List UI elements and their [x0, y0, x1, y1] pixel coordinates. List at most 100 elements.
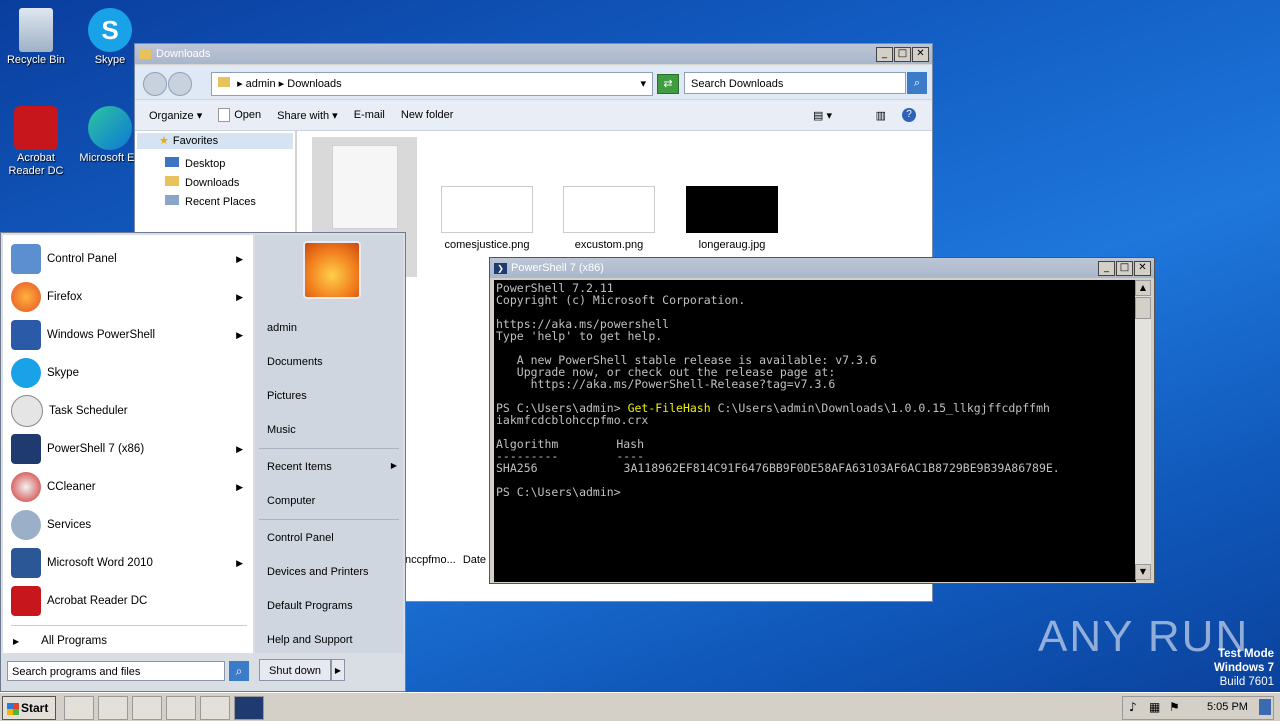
shutdown-button[interactable]: Shut down — [259, 659, 331, 681]
start-program-services[interactable]: Services — [3, 507, 253, 543]
new-folder-button[interactable]: New folder — [393, 109, 462, 121]
breadcrumb-item[interactable]: admin — [246, 78, 276, 90]
refresh-button[interactable]: ⇄ — [657, 74, 679, 94]
submenu-arrow-icon: ▶ — [236, 481, 243, 492]
nav-item-downloads[interactable]: Downloads — [165, 176, 239, 189]
start-search-input[interactable]: Search programs and files — [7, 661, 225, 681]
scrollbar[interactable]: ▲ ▼ — [1135, 280, 1151, 580]
desktop-icon-label: Acrobat Reader DC — [8, 152, 64, 177]
start-right-help-support[interactable]: Help and Support — [267, 634, 353, 646]
start-right-control-panel[interactable]: Control Panel — [267, 532, 334, 544]
powershell-window[interactable]: ❯ PowerShell 7 (x86) _ □ ✕ PowerShell 7.… — [489, 257, 1155, 584]
maximize-button[interactable]: □ — [894, 47, 911, 62]
word-icon — [11, 548, 41, 578]
folder-icon[interactable] — [98, 696, 128, 720]
start-program-powershell-7[interactable]: PowerShell 7 (x86) ▶ — [3, 431, 253, 467]
start-program-control-panel[interactable]: Control Panel ▶ — [3, 241, 253, 277]
downloads-icon — [165, 176, 179, 186]
start-program-firefox[interactable]: Firefox ▶ — [3, 279, 253, 315]
speaker-icon[interactable]: ♪ — [1129, 700, 1137, 714]
file-item[interactable]: excustom.png — [559, 186, 659, 251]
minimize-button[interactable]: _ — [1098, 261, 1115, 276]
scroll-thumb[interactable] — [1135, 297, 1151, 319]
result-header: Algorithm Hash — [496, 437, 645, 451]
recycle-bin-icon — [19, 8, 53, 52]
help-icon[interactable]: ? — [902, 108, 916, 122]
file-icon — [331, 145, 398, 229]
start-right-default-programs[interactable]: Default Programs — [267, 600, 353, 612]
ie-icon[interactable] — [64, 696, 94, 720]
open-button[interactable]: Open — [210, 108, 269, 122]
file-item[interactable]: comesjustice.png — [437, 186, 537, 251]
desktop-icon-acrobat[interactable]: Acrobat Reader DC — [1, 106, 71, 178]
details-pane: nccpfmo... Date — [405, 554, 486, 566]
acrobat-icon — [14, 106, 58, 150]
start-right-user[interactable]: admin — [267, 322, 297, 334]
console-output[interactable]: PowerShell 7.2.11 Copyright (c) Microsoft… — [494, 280, 1136, 582]
shutdown-options-button[interactable]: ▶ — [331, 659, 345, 681]
start-program-windows-powershell[interactable]: Windows PowerShell ▶ — [3, 317, 253, 353]
separator — [259, 519, 399, 520]
back-button[interactable] — [143, 72, 167, 96]
preview-pane-icon[interactable]: ▥ — [876, 109, 886, 122]
scroll-up-button[interactable]: ▲ — [1135, 280, 1151, 296]
start-right-documents[interactable]: Documents — [267, 356, 323, 368]
show-desktop-button[interactable] — [1259, 699, 1271, 715]
breadcrumb-item[interactable]: Downloads — [287, 78, 341, 90]
firefox-icon — [11, 282, 41, 312]
image-thumbnail — [441, 186, 533, 233]
chevron-down-icon[interactable]: ▾ — [640, 73, 646, 95]
separator — [259, 448, 399, 449]
file-item[interactable]: longeraug.jpg — [682, 186, 782, 251]
email-button[interactable]: E-mail — [346, 109, 393, 121]
search-input[interactable]: Search Downloads — [684, 72, 906, 94]
start-right-pictures[interactable]: Pictures — [267, 390, 307, 402]
edge-icon[interactable] — [200, 696, 230, 720]
test-mode-text: Test Mode Windows 7 Build 7601 — [1214, 648, 1274, 688]
scroll-down-button[interactable]: ▼ — [1135, 564, 1151, 580]
start-button[interactable]: Start — [2, 696, 56, 720]
views-icon[interactable]: ▤ ▾ — [813, 109, 832, 122]
start-program-acrobat[interactable]: Acrobat Reader DC — [3, 583, 253, 619]
console-line: Type 'help' to get help. — [496, 329, 663, 343]
all-programs-button[interactable]: ▶ All Programs — [13, 635, 107, 647]
chrome-icon[interactable] — [166, 696, 196, 720]
search-icon[interactable]: ⌕ — [907, 72, 927, 94]
minimize-button[interactable]: _ — [876, 47, 893, 62]
favorites-header[interactable]: ★ Favorites — [137, 133, 293, 149]
start-program-ccleaner[interactable]: CCleaner ▶ — [3, 469, 253, 505]
powershell-titlebar[interactable]: ❯ PowerShell 7 (x86) — [490, 258, 1154, 278]
start-program-word[interactable]: Microsoft Word 2010 ▶ — [3, 545, 253, 581]
explorer-titlebar[interactable]: Downloads — [135, 44, 932, 64]
forward-button[interactable] — [168, 72, 192, 96]
start-program-task-scheduler[interactable]: Task Scheduler — [3, 393, 253, 429]
maximize-button[interactable]: □ — [1116, 261, 1133, 276]
powershell-icon: ❯ — [494, 262, 507, 274]
organize-button[interactable]: Organize ▾ — [135, 109, 210, 122]
edge-icon — [88, 106, 132, 150]
start-menu-places: admin Documents Pictures Music Recent It… — [255, 235, 403, 653]
powershell-icon[interactable] — [234, 696, 264, 720]
search-icon[interactable]: ⌕ — [229, 661, 249, 681]
start-program-skype[interactable]: Skype — [3, 355, 253, 391]
start-right-music[interactable]: Music — [267, 424, 296, 436]
flag-icon[interactable]: ⚑ — [1169, 700, 1180, 714]
gear-icon — [11, 510, 41, 540]
address-field[interactable]: ▸ admin ▸ Downloads ▾ — [211, 72, 653, 96]
network-icon[interactable]: ▦ — [1149, 700, 1160, 714]
close-button[interactable]: ✕ — [912, 47, 929, 62]
desktop-icon-recycle-bin[interactable]: Recycle Bin — [1, 8, 71, 67]
user-picture[interactable] — [303, 241, 361, 299]
skype-icon — [11, 358, 41, 388]
close-button[interactable]: ✕ — [1134, 261, 1151, 276]
clock[interactable]: 5:05 PM — [1207, 701, 1248, 713]
nav-item-desktop[interactable]: Desktop — [165, 157, 225, 170]
start-right-recent-items[interactable]: Recent Items ▶ — [267, 461, 397, 473]
media-player-icon[interactable] — [132, 696, 162, 720]
nav-item-recent-places[interactable]: Recent Places — [165, 195, 256, 208]
file-icon — [218, 108, 231, 122]
start-right-devices-printers[interactable]: Devices and Printers — [267, 566, 369, 578]
start-right-computer[interactable]: Computer — [267, 495, 315, 507]
share-with-button[interactable]: Share with ▾ — [269, 109, 346, 122]
